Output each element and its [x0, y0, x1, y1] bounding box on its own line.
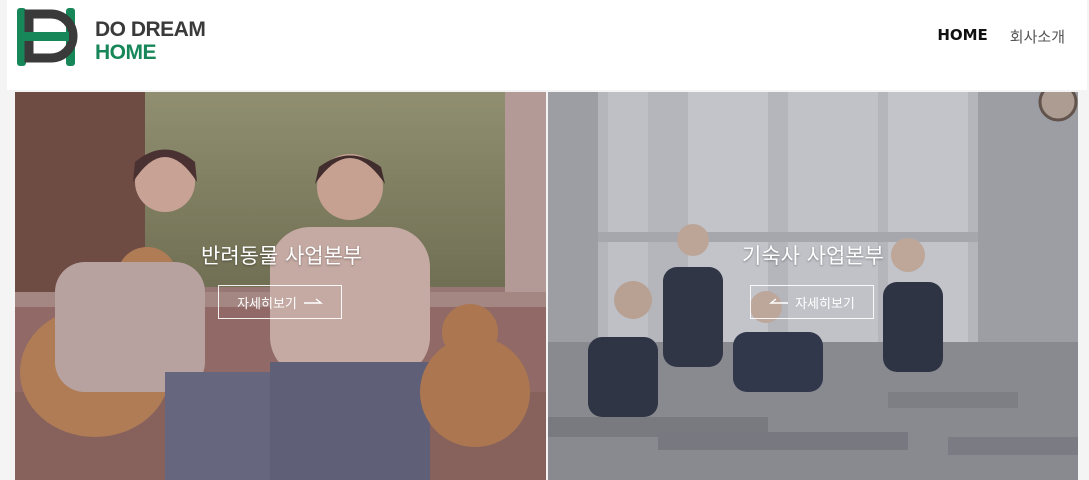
dormitory-division-more-button[interactable]: 자세히보기 [750, 285, 874, 319]
dormitory-division-panel[interactable]: 기숙사 사업본부 자세히보기 [548, 92, 1078, 480]
pet-division-panel[interactable]: 반려동물 사업본부 자세히보기 [15, 92, 546, 480]
pet-division-title: 반려동물 사업본부 [201, 244, 363, 268]
logo[interactable]: DO DREAM HOME [17, 6, 227, 68]
logo-wordmark: DO DREAM HOME [95, 18, 206, 64]
site-header: DO DREAM HOME HOME 회사소개 [7, 0, 1087, 90]
logo-line2: HOME [95, 41, 157, 64]
nav-about[interactable]: 회사소개 [1010, 26, 1065, 47]
logo-line1: DO DREAM [95, 18, 206, 41]
more-button-label: 자세히보기 [795, 296, 855, 312]
main-nav: HOME 회사소개 [937, 26, 1065, 47]
right-arrow-icon [303, 298, 323, 304]
dormitory-division-title: 기숙사 사업본부 [742, 244, 884, 268]
left-arrow-icon [769, 298, 789, 304]
logo-mark-icon [17, 8, 78, 66]
pet-division-more-button[interactable]: 자세히보기 [218, 285, 342, 319]
nav-home[interactable]: HOME [937, 26, 987, 47]
more-button-label: 자세히보기 [237, 296, 297, 312]
